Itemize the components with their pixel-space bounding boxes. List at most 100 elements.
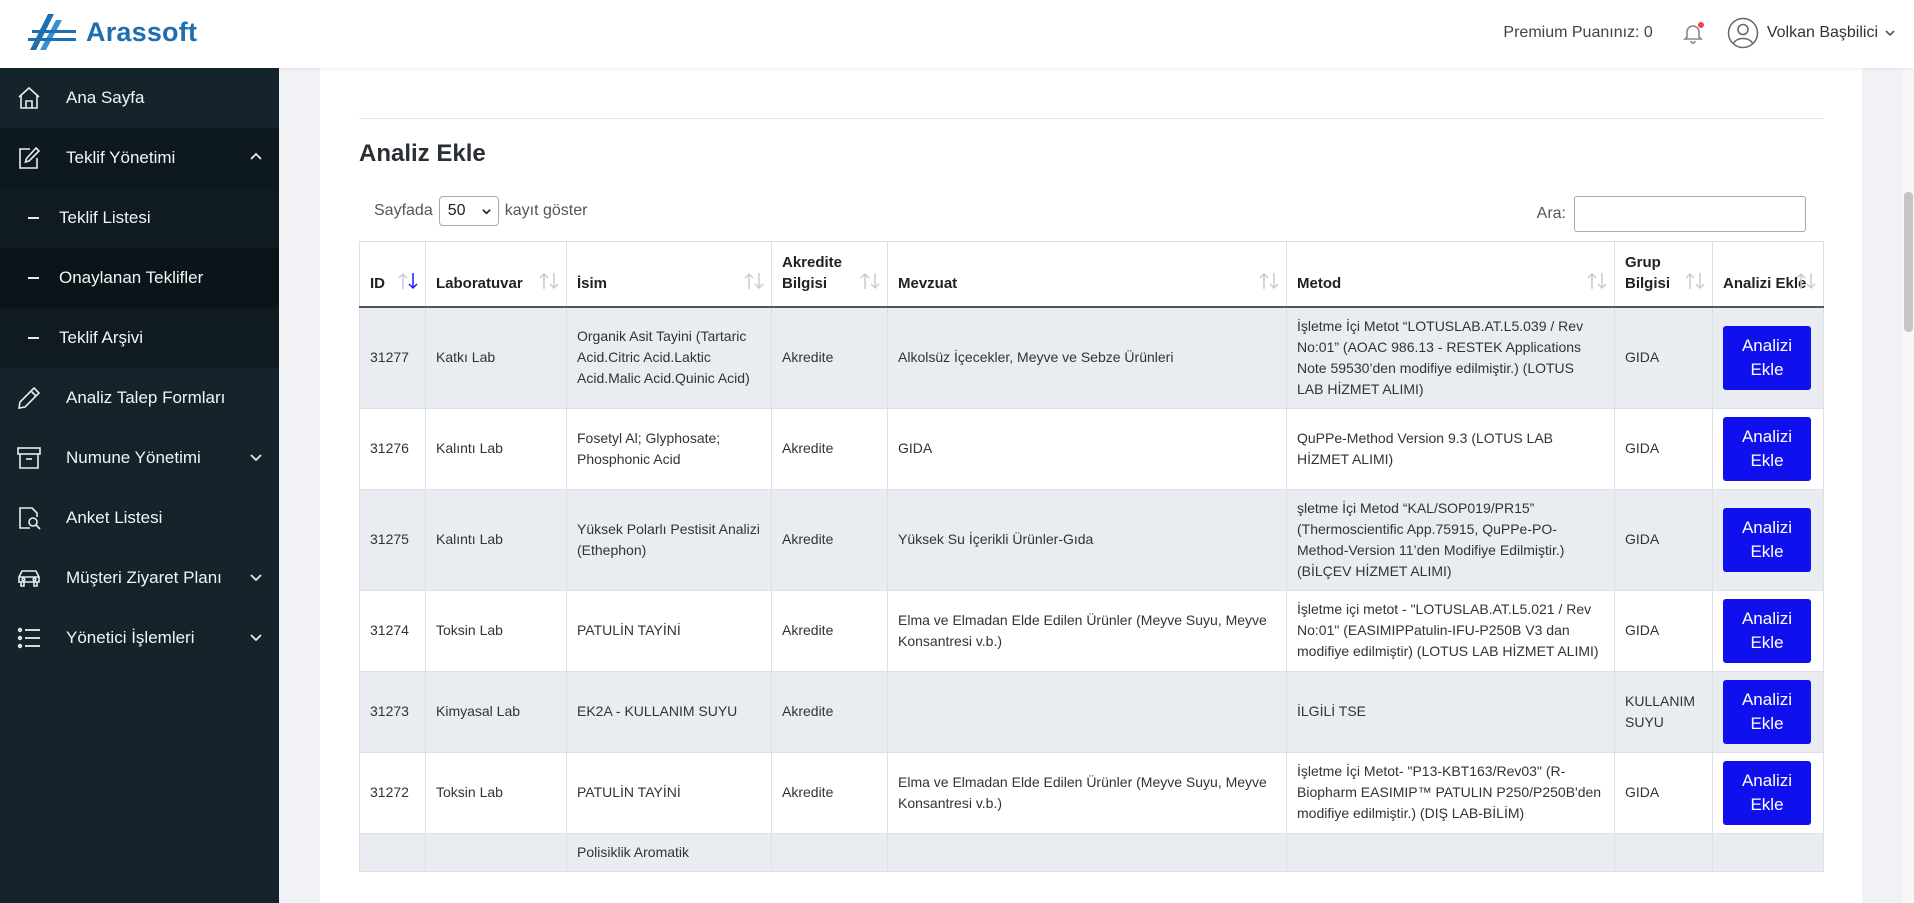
- cell-action: Analizi Ekle: [1712, 488, 1824, 591]
- cell-name: PATULİN TAYİNİ: [566, 589, 772, 672]
- cell-name: EK2A - KULLANIM SUYU: [566, 670, 772, 753]
- sort-icon: [1685, 272, 1705, 289]
- cell-method: İLGİLİ TSE: [1286, 670, 1615, 753]
- notification-bell-icon[interactable]: [1681, 21, 1705, 45]
- add-analysis-button[interactable]: Analizi Ekle: [1723, 325, 1811, 390]
- main-card: Analiz Ekle Sayfada 50 kayıt göster Ara:…: [320, 68, 1862, 903]
- column-header[interactable]: Mevzuat: [887, 241, 1287, 308]
- cell-group: GIDA: [1614, 488, 1713, 591]
- page-length-suffix: kayıt göster: [504, 202, 588, 219]
- cell-laboratory: Toksin Lab: [425, 589, 567, 672]
- sidebar-subitem-teklif-arsivi[interactable]: Teklif Arşivi: [0, 308, 279, 368]
- cell-accreditation: Akredite: [771, 488, 888, 591]
- list-icon: [17, 627, 40, 649]
- cell-action: Analizi Ekle: [1712, 751, 1824, 834]
- sidebar-item-analiz-talep-formlari[interactable]: Analiz Talep Formları: [0, 368, 279, 428]
- cell-group: GIDA: [1614, 407, 1713, 490]
- column-header[interactable]: Akredite Bilgisi: [771, 241, 888, 308]
- sidebar-subitem-teklif-listesi[interactable]: Teklif Listesi: [0, 188, 279, 248]
- column-header[interactable]: Metod: [1286, 241, 1615, 308]
- sidebar-item-label: Teklif Yönetimi: [66, 148, 176, 167]
- column-header-label: Laboratuvar: [436, 274, 523, 292]
- arassoft-logo-icon: [28, 14, 76, 50]
- table-row: 31273 Kimyasal Lab EK2A - KULLANIM SUYU Akr…: [359, 670, 1824, 753]
- dash-icon: [28, 217, 39, 219]
- cell-regulation: Yüksek Su İçerikli Ürünler-Gıda: [887, 488, 1287, 591]
- cell-group: GIDA: [1614, 306, 1713, 409]
- cell-accreditation: Akredite: [771, 407, 888, 490]
- user-avatar-icon[interactable]: [1727, 17, 1759, 49]
- sidebar-item-musteri-ziyaret-plani[interactable]: Müşteri Ziyaret Planı: [0, 548, 279, 608]
- column-header-label: İsim: [577, 274, 608, 292]
- column-header[interactable]: Laboratuvar: [425, 241, 567, 308]
- sidebar-item-yonetici-islemleri[interactable]: Yönetici İşlemleri: [0, 608, 279, 668]
- add-analysis-button[interactable]: Analizi Ekle: [1723, 679, 1811, 744]
- add-analysis-button[interactable]: Analizi Ekle: [1723, 598, 1811, 663]
- sidebar-item-label: Yönetici İşlemleri: [66, 628, 195, 647]
- document-search-icon: [19, 507, 41, 530]
- cell-id: 31277: [359, 306, 426, 409]
- page-length-value: 50: [447, 202, 466, 219]
- cell-regulation: Alkolsüz İçecekler, Meyve ve Sebze Ürünl…: [887, 306, 1287, 409]
- divider: [359, 118, 1823, 119]
- cell-method: İşletme içi metot - "LOTUSLAB.AT.L5.021 …: [1286, 589, 1615, 672]
- sidebar-subitem-onaylanan-teklifler[interactable]: Onaylanan Teklifler: [0, 248, 279, 308]
- cell-regulation: [887, 832, 1287, 872]
- add-analysis-button[interactable]: Analizi Ekle: [1723, 416, 1811, 481]
- page-length-control: Sayfada 50 kayıt göster: [374, 196, 587, 226]
- user-name[interactable]: Volkan Başbilici: [1767, 24, 1878, 42]
- cell-action: [1712, 832, 1824, 872]
- pencil-icon: [18, 386, 41, 409]
- cell-method: QuPPe-Method Version 9.3 (LOTUS LAB HİZM…: [1286, 407, 1615, 490]
- chevron-down-icon: [250, 574, 262, 582]
- page-length-select[interactable]: 50: [438, 196, 499, 226]
- cell-regulation: [887, 670, 1287, 753]
- cell-laboratory: Kalıntı Lab: [425, 407, 567, 490]
- cell-name: Yüksek Polarlı Pestisit Analizi (Ethepho…: [566, 488, 772, 591]
- search-input[interactable]: [1574, 196, 1806, 232]
- brand-logo[interactable]: Arassoft: [28, 12, 197, 52]
- sidebar-item-ana-sayfa[interactable]: Ana Sayfa: [0, 68, 279, 128]
- sidebar-subitem-label: Onaylanan Teklifler: [59, 268, 204, 287]
- add-analysis-button[interactable]: Analizi Ekle: [1723, 760, 1811, 825]
- cell-group: KULLANIM SUYU: [1614, 670, 1713, 753]
- cell-id: [359, 832, 426, 872]
- cell-id: 31275: [359, 488, 426, 591]
- cell-name: PATULİN TAYİNİ: [566, 751, 772, 834]
- cell-laboratory: Katkı Lab: [425, 306, 567, 409]
- cell-laboratory: Kimyasal Lab: [425, 670, 567, 753]
- sort-icon: [539, 272, 559, 289]
- column-header[interactable]: İsim: [566, 241, 772, 308]
- sidebar-item-numune-yonetimi[interactable]: Numune Yönetimi: [0, 428, 279, 488]
- user-menu-chevron-icon[interactable]: [1884, 27, 1896, 39]
- column-header[interactable]: Grup Bilgisi: [1614, 241, 1713, 308]
- cell-id: 31273: [359, 670, 426, 753]
- sidebar-item-label: Numune Yönetimi: [66, 448, 201, 467]
- column-header-label: ID: [370, 274, 385, 292]
- premium-points: Premium Puanınız: 0: [1503, 24, 1653, 41]
- page-scrollbar[interactable]: [1903, 68, 1914, 903]
- scrollbar-thumb[interactable]: [1904, 192, 1913, 332]
- sidebar-subitem-label: Teklif Listesi: [59, 208, 151, 227]
- table-row: 31272 Toksin Lab PATULİN TAYİNİ Akredite Elm…: [359, 751, 1824, 834]
- column-header-label: Mevzuat: [898, 274, 958, 292]
- sort-icon: [744, 272, 764, 289]
- cell-accreditation: [771, 832, 888, 872]
- table-row: 31275 Kalıntı Lab Yüksek Polarlı Pestisit …: [359, 488, 1824, 591]
- chevron-up-icon: [250, 152, 262, 160]
- cell-accreditation: Akredite: [771, 306, 888, 409]
- cell-method: İşletme İçi Metot- "P13-KBT163/Rev03" (R…: [1286, 751, 1615, 834]
- column-header[interactable]: ID: [359, 241, 426, 308]
- notification-dot: [1697, 22, 1704, 28]
- cell-accreditation: Akredite: [771, 589, 888, 672]
- add-analysis-button[interactable]: Analizi Ekle: [1723, 507, 1811, 572]
- dash-icon: [28, 337, 39, 339]
- archive-box-icon: [17, 447, 41, 469]
- sidebar-item-anket-listesi[interactable]: Anket Listesi: [0, 488, 279, 548]
- column-header[interactable]: Analizi Ekle: [1712, 241, 1824, 308]
- cell-accreditation: Akredite: [771, 751, 888, 834]
- sort-desc-icon: [398, 272, 418, 289]
- sidebar-item-teklif-yonetimi[interactable]: Teklif Yönetimi: [0, 128, 279, 188]
- sidebar-subitem-label: Teklif Arşivi: [59, 328, 144, 347]
- cell-method: [1286, 832, 1615, 872]
